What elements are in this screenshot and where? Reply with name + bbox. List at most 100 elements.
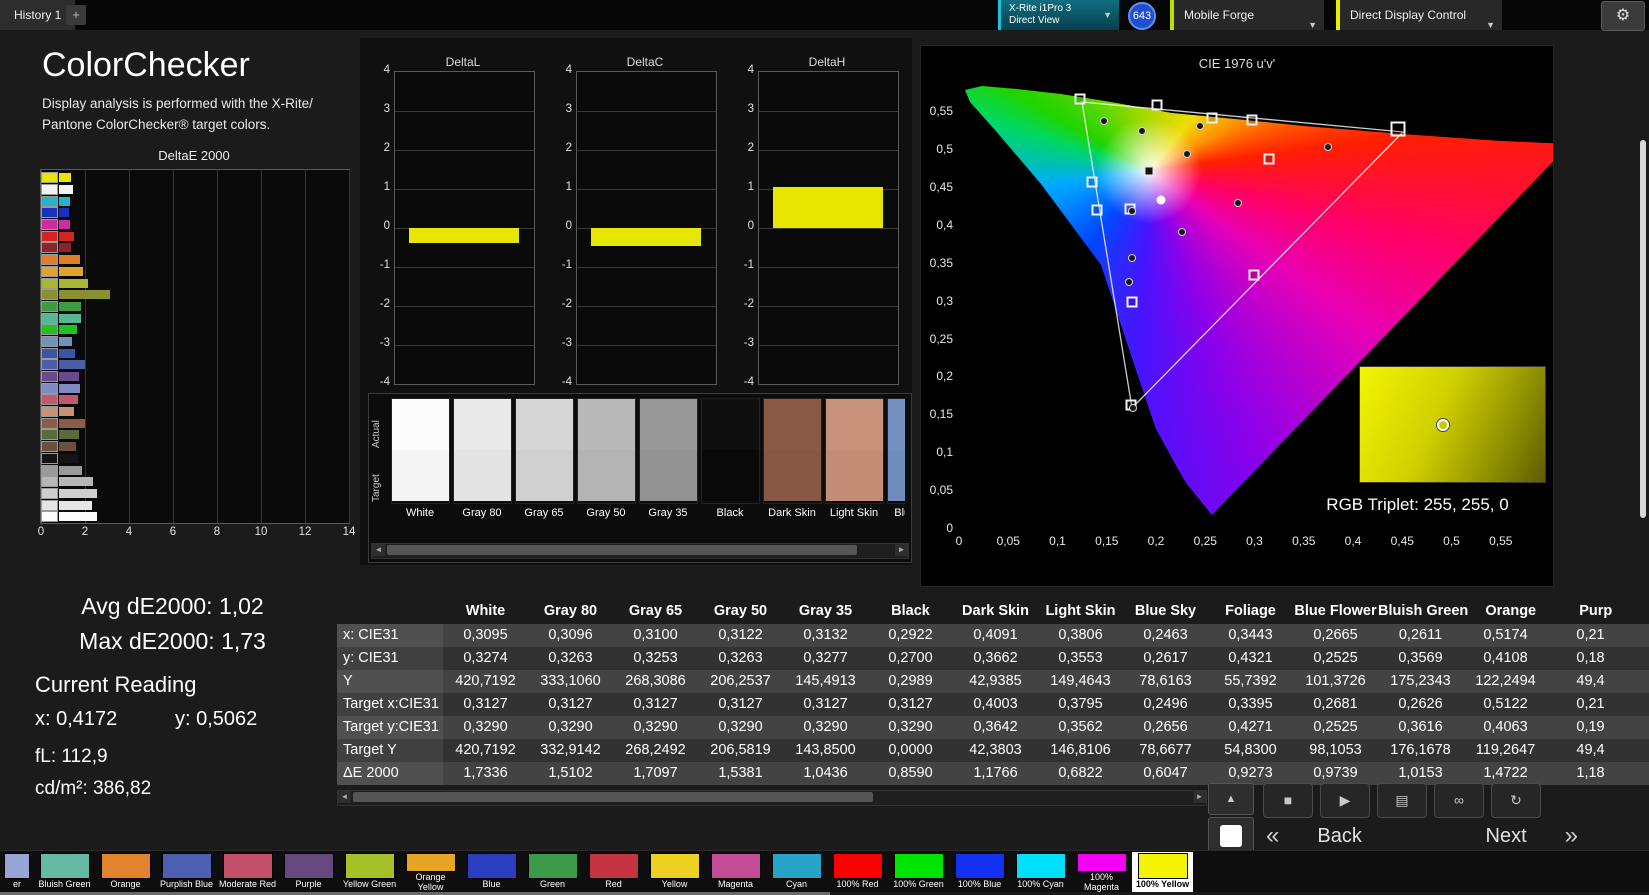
patch-item[interactable]: Orange Yellow	[400, 852, 461, 893]
add-tab-button[interactable]: +	[66, 5, 86, 25]
patch-item[interactable]: er	[0, 852, 34, 893]
chevron-left-icon: «	[1266, 822, 1279, 850]
patch-label: Orange	[97, 880, 155, 890]
patch-item[interactable]: Moderate Red	[217, 852, 278, 893]
table-cell: 0,3127	[443, 693, 528, 716]
history-tab[interactable]: History 1	[0, 0, 75, 30]
patch-item[interactable]: 100% Magenta	[1071, 852, 1132, 893]
swatch-color	[453, 398, 512, 504]
patch-item[interactable]: Yellow	[644, 852, 705, 893]
deltae-bar-row	[41, 488, 349, 500]
loop-button[interactable]: ∞	[1434, 783, 1484, 818]
swatch-label: Gray 35	[637, 507, 699, 519]
scrollbar-thumb[interactable]	[353, 792, 873, 802]
delta-y-tick-label: -3	[555, 337, 572, 349]
rgb-gradient-box	[1359, 366, 1546, 483]
topbar: History 1 + X-Rite i1Pro 3 Direct View ▼…	[0, 0, 1649, 30]
play-button[interactable]: ▶	[1320, 783, 1370, 818]
cie-x-tick-label: 0,2	[1148, 534, 1165, 548]
patch-item[interactable]: 100% Blue	[949, 852, 1010, 893]
patch-item[interactable]: Orange	[95, 852, 156, 893]
table-cell: 0,3290	[613, 716, 698, 739]
delta-gridline	[577, 345, 716, 346]
cie-x-tick-label: 0,45	[1391, 534, 1414, 548]
meter-dropdown[interactable]: X-Rite i1Pro 3 Direct View ▼	[998, 0, 1119, 30]
scroll-left-icon[interactable]: ◄	[338, 791, 351, 803]
delta-chart-deltah: DeltaH43210-1-2-3-4	[737, 55, 899, 395]
patch-color-chip	[41, 196, 58, 207]
stop-button[interactable]: ■	[1263, 783, 1313, 818]
delta-y-tick-label: -3	[373, 337, 390, 349]
patch-label: Blue	[463, 880, 521, 890]
patch-item[interactable]: 100% Green	[888, 852, 949, 893]
deltae-bar-row	[41, 195, 349, 207]
table-cell: 0,2700	[868, 647, 953, 670]
patch-color-chip	[41, 429, 58, 440]
patch-color-chip	[41, 219, 58, 230]
window-scrollbar[interactable]	[1640, 140, 1646, 518]
patch-color-chip	[41, 254, 58, 265]
patch-item[interactable]: Bluish Green	[34, 852, 95, 893]
patch-item[interactable]: 100% Red	[827, 852, 888, 893]
current-y-value: y: 0,5062	[175, 708, 257, 731]
patch-item[interactable]: Magenta	[705, 852, 766, 893]
deltae-bar-row	[41, 453, 349, 465]
refresh-button[interactable]: ↻	[1491, 783, 1541, 818]
table-cell: 1,7097	[613, 762, 698, 785]
scroll-right-icon[interactable]: ►	[1193, 791, 1206, 803]
patch-item-selected[interactable]: 100% Yellow	[1132, 852, 1193, 893]
patch-item[interactable]: Purple	[278, 852, 339, 893]
delta-y-tick-label: 1	[555, 181, 572, 193]
table-cell: 0,2922	[868, 624, 953, 647]
table-row-label: Target x:CIE31	[337, 693, 443, 716]
table-row-label: Y	[337, 670, 443, 693]
pattern-source-dropdown[interactable]: Mobile Forge ▼	[1170, 0, 1324, 30]
swatch-scrollbar[interactable]: ◄ ►	[371, 543, 909, 559]
patch-item[interactable]: Blue	[461, 852, 522, 893]
deltae-bar	[59, 454, 78, 463]
scrollbar-thumb[interactable]	[387, 545, 857, 555]
cie-x-tick-label: 0,15	[1095, 534, 1118, 548]
table-row: y: CIE310,32740,32630,32530,32630,32770,…	[337, 647, 1649, 670]
expand-up-button[interactable]: ▲	[1208, 783, 1254, 815]
patch-item[interactable]: Green	[522, 852, 583, 893]
patch-item[interactable]: Cyan	[766, 852, 827, 893]
delta-y-tick-label: 3	[737, 103, 754, 115]
patch-color	[528, 853, 578, 879]
patch-item[interactable]: 100% Cyan	[1010, 852, 1071, 893]
delta-chart-title: DeltaC	[575, 55, 715, 69]
patch-item[interactable]: Yellow Green	[339, 852, 400, 893]
patch-item[interactable]: Purplish Blue	[156, 852, 217, 893]
pattern-window-button[interactable]	[1208, 817, 1254, 854]
swatch-label: Gray 80	[451, 507, 513, 519]
cie-y-tick-label: 0,15	[923, 407, 953, 421]
delta-gridline	[395, 306, 534, 307]
table-cell: 78,6163	[1123, 670, 1208, 693]
table-cell: 0,3274	[443, 647, 528, 670]
patch-label: Red	[585, 880, 643, 890]
page-title: ColorChecker	[42, 46, 250, 85]
swatch-target	[702, 450, 759, 501]
swatch-color	[515, 398, 574, 504]
patch-color-chip	[41, 394, 58, 405]
next-button[interactable]: Next »	[1428, 820, 1578, 852]
display-control-dropdown[interactable]: Direct Display Control ▼	[1336, 0, 1502, 30]
pattern-button[interactable]: ▤	[1377, 783, 1427, 818]
gear-icon[interactable]: ⚙	[1601, 1, 1645, 31]
swatch-target	[640, 450, 697, 501]
table-cell: 0,3806	[1038, 624, 1123, 647]
table-cell: 1,7336	[443, 762, 528, 785]
table-cell: 119,2647	[1463, 739, 1548, 762]
scroll-left-icon[interactable]: ◄	[372, 544, 385, 556]
table-column-header: Gray 35	[783, 598, 868, 624]
back-button[interactable]: « Back	[1266, 820, 1416, 852]
scroll-right-icon[interactable]: ►	[895, 544, 908, 556]
patch-color-chip	[41, 184, 58, 195]
patch-color-chip	[41, 511, 58, 522]
cie-point-target	[1086, 177, 1097, 188]
patch-item[interactable]: Red	[583, 852, 644, 893]
patch-color	[40, 853, 90, 879]
cie-y-tick-label: 0,45	[923, 180, 953, 194]
table-scrollbar[interactable]: ◄ ►	[337, 790, 1207, 806]
delta-y-tick-label: 4	[555, 64, 572, 76]
